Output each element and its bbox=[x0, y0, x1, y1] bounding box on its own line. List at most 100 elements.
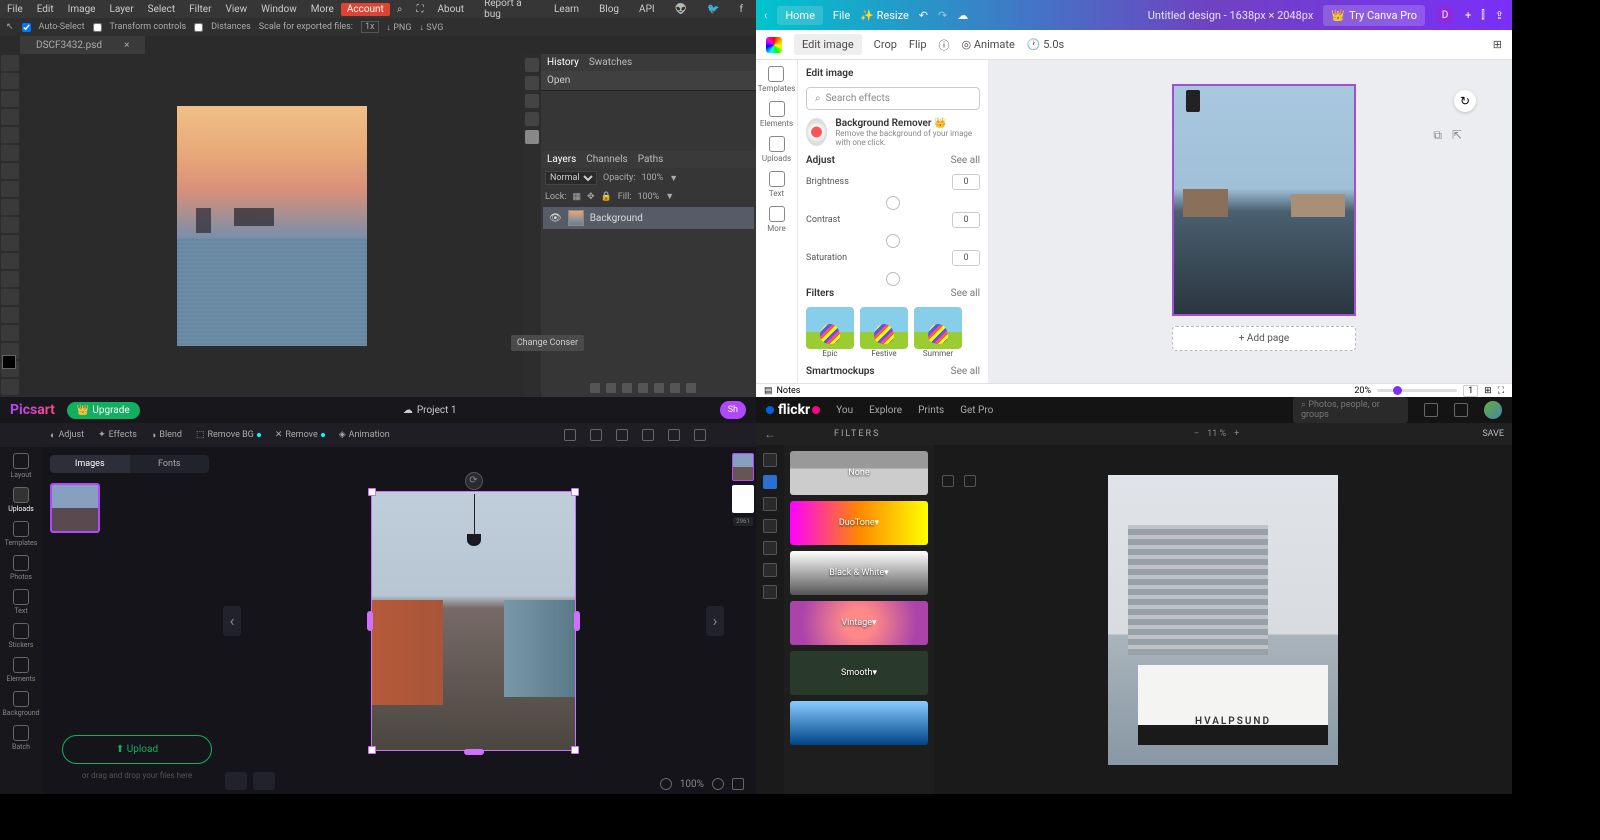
home-button[interactable]: Home bbox=[777, 6, 823, 25]
handle-br[interactable] bbox=[571, 746, 579, 754]
add-icon[interactable]: + bbox=[1465, 9, 1471, 22]
effects-tool[interactable]: ✦ Effects bbox=[98, 430, 137, 440]
redo-button[interactable] bbox=[253, 772, 275, 790]
nav-prints[interactable]: Prints bbox=[918, 405, 944, 416]
channels-tab[interactable]: Channels bbox=[586, 154, 627, 165]
color-swatch[interactable] bbox=[2, 355, 18, 371]
user-avatar[interactable] bbox=[1484, 401, 1502, 419]
color-picker-icon[interactable] bbox=[766, 37, 782, 53]
adjust-icon[interactable] bbox=[763, 497, 777, 511]
stats-icon[interactable]: ⫿ bbox=[1481, 8, 1485, 22]
flickr-logo[interactable]: flickr bbox=[766, 402, 820, 418]
rail-elements[interactable]: Elements bbox=[6, 657, 35, 683]
heal-tool[interactable] bbox=[1, 163, 19, 179]
nav-pro[interactable]: Get Pro bbox=[960, 405, 993, 416]
blog-link[interactable]: Blog bbox=[592, 4, 626, 15]
mask-icon[interactable] bbox=[622, 383, 632, 393]
distances-check[interactable] bbox=[194, 23, 203, 32]
paths-tab[interactable]: Paths bbox=[638, 154, 664, 165]
canvas-image[interactable] bbox=[177, 106, 367, 346]
conserve-button[interactable]: Change Conser bbox=[511, 335, 584, 351]
crop-icon[interactable] bbox=[763, 453, 777, 467]
remove-bg-tool[interactable]: ⬚ Remove BG bbox=[196, 430, 261, 440]
transform-check[interactable] bbox=[93, 23, 102, 32]
opacity-value[interactable]: 100% bbox=[641, 173, 663, 183]
rotate-handle[interactable]: ⟳ bbox=[465, 472, 483, 490]
flip-button[interactable]: Flip bbox=[909, 38, 927, 51]
visibility-icon[interactable]: 👁 bbox=[549, 213, 562, 224]
layer-thumb-1[interactable] bbox=[732, 453, 754, 481]
brush-panel-icon[interactable] bbox=[525, 76, 539, 90]
blur-tool[interactable] bbox=[1, 253, 19, 269]
info-icon[interactable] bbox=[525, 58, 539, 72]
filter-smooth[interactable]: Smooth ▾ bbox=[790, 651, 928, 695]
filters-see-all[interactable]: See all bbox=[951, 288, 980, 299]
rail-photos[interactable]: Photos bbox=[10, 555, 32, 581]
nav-explore[interactable]: Explore bbox=[869, 405, 902, 416]
lock-pixel-icon[interactable]: ▦ bbox=[572, 192, 581, 202]
picsart-logo[interactable]: Picsart bbox=[10, 402, 55, 418]
undo-button[interactable] bbox=[225, 772, 247, 790]
zoom-value[interactable]: 20% bbox=[1354, 386, 1371, 396]
menu-filter[interactable]: Filter bbox=[182, 4, 218, 15]
canvas[interactable] bbox=[20, 54, 523, 397]
search-input[interactable]: ⌕ Photos, people, or groups bbox=[1293, 397, 1408, 423]
save-button[interactable]: SAVE bbox=[1482, 429, 1504, 439]
user-avatar[interactable]: D bbox=[1435, 5, 1455, 25]
layers-tab[interactable]: Layers bbox=[547, 154, 576, 165]
scale-value[interactable]: 1x bbox=[361, 21, 379, 33]
zoom-value[interactable]: 100% bbox=[680, 779, 704, 790]
blur-icon[interactable] bbox=[763, 519, 777, 533]
text-tool[interactable] bbox=[1, 307, 19, 323]
settings-icon[interactable] bbox=[732, 778, 744, 790]
position-icon[interactable]: ⊞ bbox=[1493, 38, 1502, 51]
link-icon[interactable] bbox=[590, 383, 600, 393]
redo-icon[interactable]: ↷ bbox=[938, 9, 947, 22]
menu-image[interactable]: Image bbox=[61, 4, 103, 15]
history-item-open[interactable]: Open bbox=[541, 71, 756, 90]
expand-view-icon[interactable]: ⛶ bbox=[1498, 386, 1504, 396]
adjust-see-all[interactable]: See all bbox=[951, 155, 980, 166]
zoom-slider[interactable] bbox=[1377, 389, 1457, 392]
report-bug-link[interactable]: Report a bug bbox=[477, 0, 541, 20]
rail-uploads[interactable]: Uploads bbox=[762, 136, 791, 163]
menu-layer[interactable]: Layer bbox=[103, 4, 141, 15]
filter-vintage[interactable]: Vintage ▾ bbox=[790, 601, 928, 645]
filter-more[interactable] bbox=[790, 701, 928, 745]
rail-batch[interactable]: Batch bbox=[12, 725, 30, 751]
filter-festive[interactable]: Festive bbox=[860, 307, 908, 358]
zoom-out-icon[interactable] bbox=[660, 778, 672, 790]
marquee-tool[interactable] bbox=[1, 73, 19, 89]
text-icon[interactable] bbox=[763, 541, 777, 555]
rail-background[interactable]: Background bbox=[2, 691, 39, 717]
upload-icon[interactable] bbox=[1424, 403, 1438, 417]
brush-icon[interactable] bbox=[763, 563, 777, 577]
filter-none[interactable]: None bbox=[790, 451, 928, 495]
zoom-in-icon[interactable] bbox=[712, 778, 724, 790]
crop-button[interactable]: Crop bbox=[874, 38, 897, 51]
share-button[interactable]: Sh bbox=[720, 401, 746, 419]
export-png[interactable]: ↓ PNG bbox=[387, 22, 412, 33]
fullscreen-icon[interactable]: ⛶ bbox=[409, 4, 430, 15]
api-link[interactable]: API bbox=[632, 4, 662, 15]
notes-label[interactable]: Notes bbox=[777, 386, 801, 396]
close-icon[interactable]: × bbox=[116, 38, 137, 53]
smart-see-all[interactable]: See all bbox=[951, 366, 980, 377]
flickr-canvas[interactable]: HVALPSUND bbox=[934, 445, 1512, 794]
rail-layout[interactable]: Layout bbox=[11, 453, 32, 479]
eraser-tool[interactable] bbox=[1, 217, 19, 233]
move-tool-icon[interactable]: ↖ bbox=[6, 22, 14, 32]
menu-edit[interactable]: Edit bbox=[30, 4, 61, 15]
upload-button[interactable]: ⬆ Upload bbox=[62, 735, 212, 764]
saturation-value[interactable]: 0 bbox=[952, 250, 980, 266]
timing-button[interactable]: 🕐 5.0s bbox=[1027, 38, 1064, 51]
align-icon[interactable] bbox=[564, 429, 576, 441]
grid-view-icon[interactable]: ⊞ bbox=[1484, 386, 1492, 396]
back-icon[interactable]: ‹ bbox=[764, 9, 767, 22]
eyedropper-tool[interactable] bbox=[1, 145, 19, 161]
doc-title[interactable]: Untitled design - 1638px × 2048px bbox=[1148, 9, 1314, 22]
fill-value[interactable]: 100% bbox=[637, 192, 659, 202]
layer-background[interactable]: 👁 Background bbox=[543, 207, 754, 229]
auto-select-check[interactable] bbox=[22, 23, 31, 32]
search-icon[interactable]: ⌕ bbox=[390, 4, 410, 15]
